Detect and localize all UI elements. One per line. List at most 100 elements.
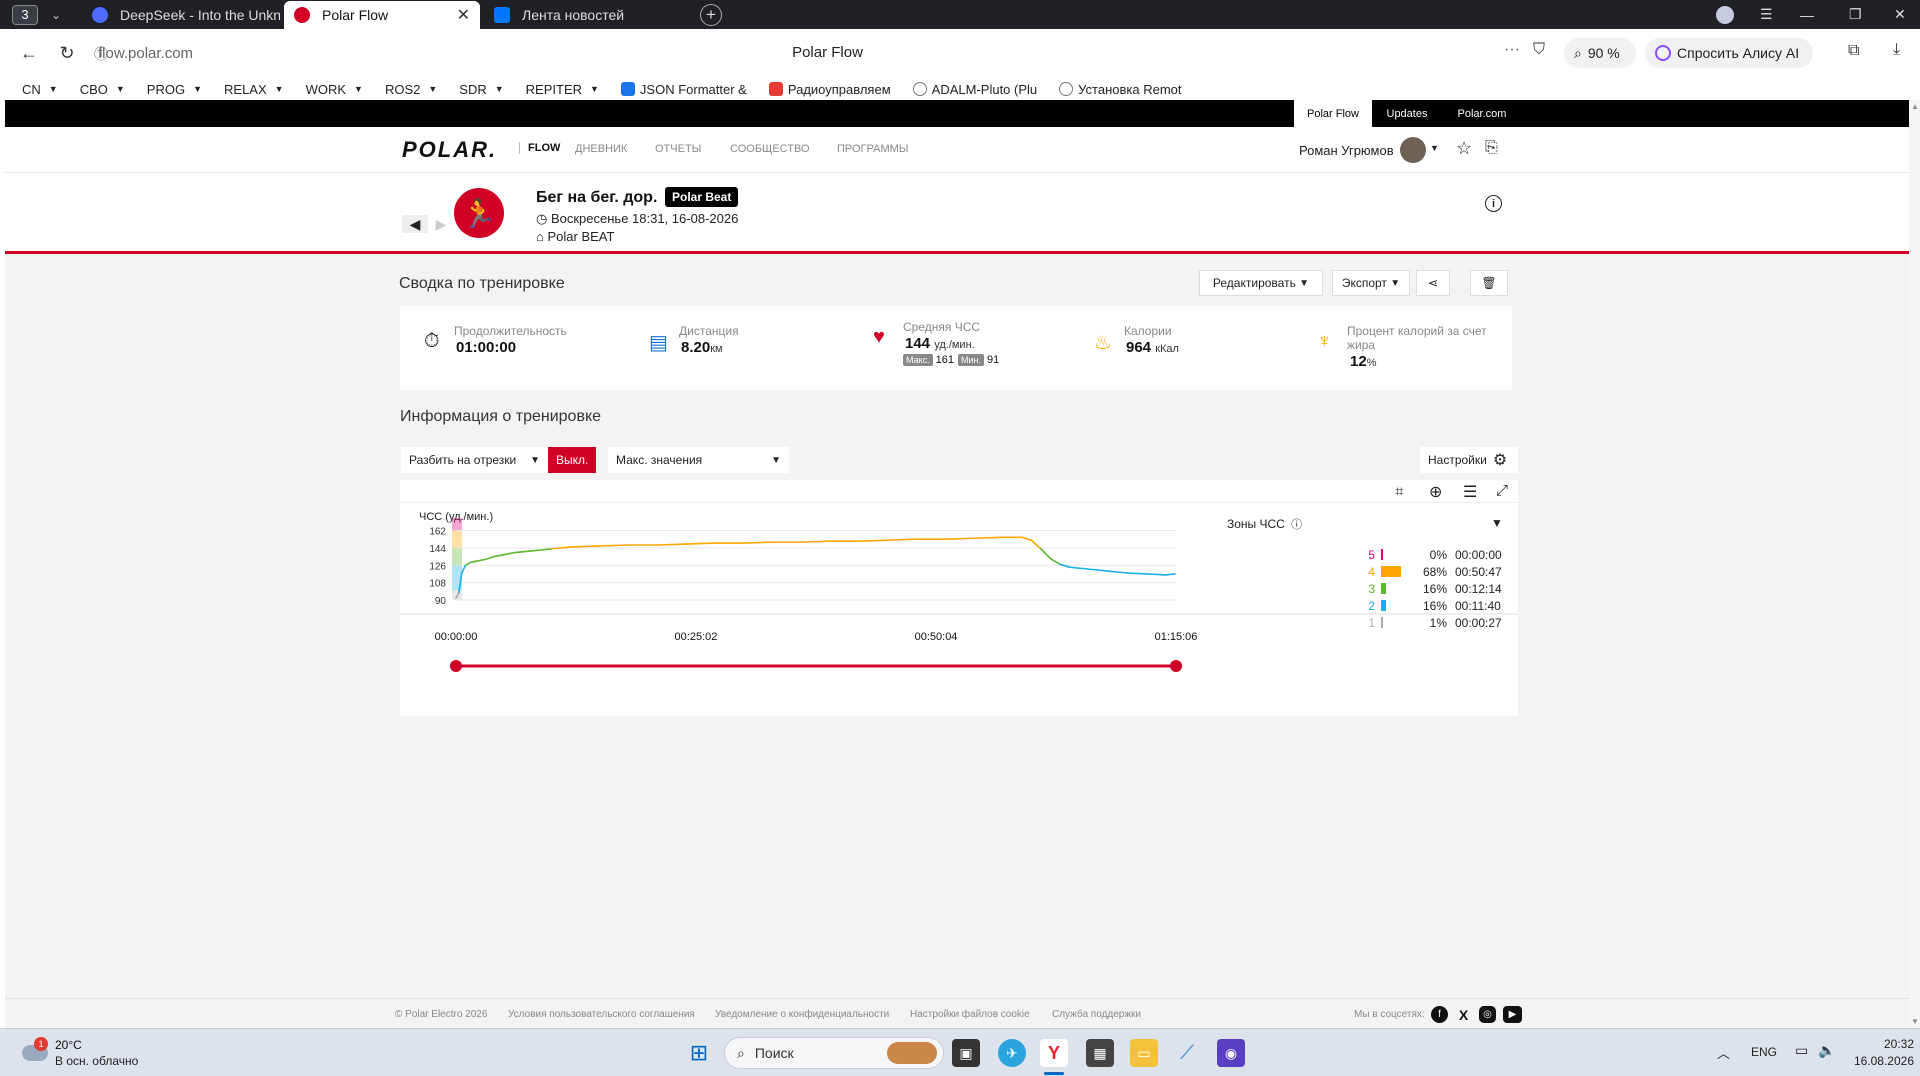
bookmark-folder-relax[interactable]: RELAX ▼ [224,82,284,97]
sync-device-icon[interactable]: ⎘ [1485,139,1498,157]
clock-date[interactable]: 16.08.2026 [1846,1054,1914,1068]
activity-title: Бег на бег. дор. [536,189,658,206]
next-icon[interactable]: ▶ [428,215,454,233]
user-name[interactable]: Роман Угрюмов [1299,143,1394,158]
tab-title: DeepSeek - Into the Unkno [120,6,280,23]
bookmark-adalm-pluto[interactable]: ADALM-Pluto (Plu [912,82,1037,97]
footer-link-terms[interactable]: Условия пользовательского соглашения [508,1009,695,1020]
activity-date: ◷ Воскресенье 18:31, 16-08-2026 [536,211,738,227]
footer-link-support[interactable]: Служба поддержки [1052,1009,1141,1020]
zoom-button[interactable]: ⌕ 90 % [1564,38,1636,68]
yandex-browser-icon[interactable]: Y [1040,1039,1068,1067]
export-label: Экспорт [1341,276,1387,290]
edit-label: Редактировать [1212,276,1296,290]
profile-icon[interactable] [1716,0,1734,29]
split-off-button[interactable]: Выкл. [548,447,597,473]
settings-button[interactable]: Настройки ⚙ [1420,447,1518,473]
telegram-icon[interactable]: ✈ [998,1039,1026,1067]
close-tab-icon[interactable]: ✕ [457,5,470,25]
ask-alice-button[interactable]: Спросить Алису AI [1645,38,1813,68]
minimize-icon[interactable]: — [1800,0,1814,29]
range-slider-end-handle[interactable] [1170,660,1182,672]
instagram-icon[interactable]: ◎ [1479,1006,1496,1023]
bookmark-radio[interactable]: Радиоуправляем [768,82,891,97]
link-polar-flow[interactable]: Polar Flow [1294,100,1372,127]
hr-line-chart[interactable]: ЧСС (уд./мин.)9010812614416200:00:00 00:2… [400,480,1518,716]
tab-title: Лента новостей [522,6,625,23]
more-icon[interactable]: ··· [1504,41,1520,59]
tab-count-badge[interactable]: 3 [12,4,38,25]
nav-community[interactable]: СООБЩЕСТВО [730,143,810,155]
chevron-down-icon[interactable]: ▼ [1430,143,1439,153]
weather-icon[interactable]: 1 [22,1037,50,1065]
page-scrollbar[interactable]: ▲ ▼ [1909,100,1920,1028]
footer-link-privacy[interactable]: Уведомление о конфиденциальности [715,1009,889,1020]
network-icon[interactable]: ▭ [1795,1042,1808,1059]
delete-button[interactable]: 🗑 [1470,270,1508,296]
menu-icon[interactable]: ☰ [1760,0,1773,29]
x-icon[interactable]: X [1455,1006,1472,1023]
star-icon[interactable]: ☆ [1456,138,1472,159]
tab-polar-flow[interactable]: Polar Flow ✕ [284,1,480,29]
clock-time[interactable]: 20:32 [1860,1037,1914,1051]
edit-button[interactable]: Редактировать ▼ [1199,270,1323,296]
export-button[interactable]: Экспорт ▼ [1332,270,1410,296]
link-updates[interactable]: Updates [1372,100,1442,127]
bookmark-folder-cn[interactable]: CN ▼ [22,82,58,97]
nav-reports[interactable]: ОТЧЕТЫ [655,143,701,155]
max-values-dropdown[interactable]: Макс. значения ▼ [608,447,789,473]
task-view-icon[interactable]: ▣ [952,1039,980,1067]
bookmark-folder-sdr[interactable]: SDR ▼ [459,82,503,97]
hr-line-segment [483,555,496,561]
volume-icon[interactable]: 🔈 [1818,1042,1835,1059]
share-button[interactable]: ⋖ [1416,270,1450,296]
polar-logo[interactable]: POLAR. [402,137,497,163]
metric-label: Калории [1124,324,1172,338]
chevron-down-icon: ▼ [354,84,363,94]
x-tick-label: 00:00:00 [435,631,478,643]
restore-icon[interactable]: ❐ [1849,0,1862,29]
bookmark-folder-cbo[interactable]: CBO ▼ [80,82,125,97]
distance-unit: км [710,343,723,355]
nav-diary[interactable]: ДНЕВНИК [575,143,627,155]
avatar[interactable] [1400,137,1426,163]
previous-icon[interactable]: ◀ [402,215,428,233]
app-purple-icon[interactable]: ◉ [1217,1039,1245,1067]
close-window-icon[interactable]: ✕ [1894,0,1906,29]
split-dropdown[interactable]: Разбить на отрезки ▼ [401,447,548,473]
chevron-down-icon: ▼ [48,84,58,94]
app-feather-icon[interactable]: ⟋ [1173,1039,1201,1067]
bookmark-label: SDR [459,81,487,97]
hr-line-segment [1087,568,1109,572]
hr-max: 161 [935,354,955,366]
facebook-icon[interactable]: f [1431,1006,1448,1023]
language-indicator[interactable]: ENG [1751,1045,1777,1059]
bookmark-folder-repiter[interactable]: REPITER ▼ [526,82,599,97]
bookmark-json-formatter[interactable]: JSON Formatter & [620,82,747,97]
search-icon: ⌕ [737,1044,745,1061]
file-explorer-icon[interactable]: ▭ [1130,1039,1158,1067]
info-icon[interactable]: i [1485,195,1502,212]
link-polar-com[interactable]: Polar.com [1442,100,1522,127]
range-slider-start-handle[interactable] [450,660,462,672]
windows-start-icon[interactable]: ⊞ [685,1039,713,1067]
downloads-icon[interactable]: ⤓ [1893,41,1900,59]
nav-programs[interactable]: ПРОГРАММЫ [837,143,909,155]
scroll-up-icon[interactable]: ▲ [1911,102,1919,111]
tab-vk-news[interactable]: Лента новостей [484,2,682,28]
tray-expand-icon[interactable]: ︿ [1717,1043,1730,1062]
bookmark-folder-ros2[interactable]: ROS2 ▼ [385,82,437,97]
bookmark-icon[interactable]: ⛉ [1533,41,1545,59]
collections-icon[interactable]: ⧉ [1848,42,1859,60]
bookmark-folder-prog[interactable]: PROG ▼ [147,82,202,97]
youtube-icon[interactable]: ▶ [1503,1006,1522,1023]
tabs-dropdown-icon[interactable]: ⌄ [44,8,68,22]
footer-link-cookies[interactable]: Настройки файлов cookie [910,1009,1030,1020]
tab-deepseek[interactable]: DeepSeek - Into the Unkno [82,2,280,28]
scroll-down-icon[interactable]: ▼ [1911,1017,1919,1026]
new-tab-button[interactable]: + [700,3,722,26]
bookmark-install-remote[interactable]: Установка Remot [1059,82,1182,97]
bookmark-folder-work[interactable]: WORK ▼ [306,82,363,97]
calculator-icon[interactable]: ▦ [1086,1039,1114,1067]
taskbar-search[interactable]: ⌕ Поиск [724,1037,944,1069]
